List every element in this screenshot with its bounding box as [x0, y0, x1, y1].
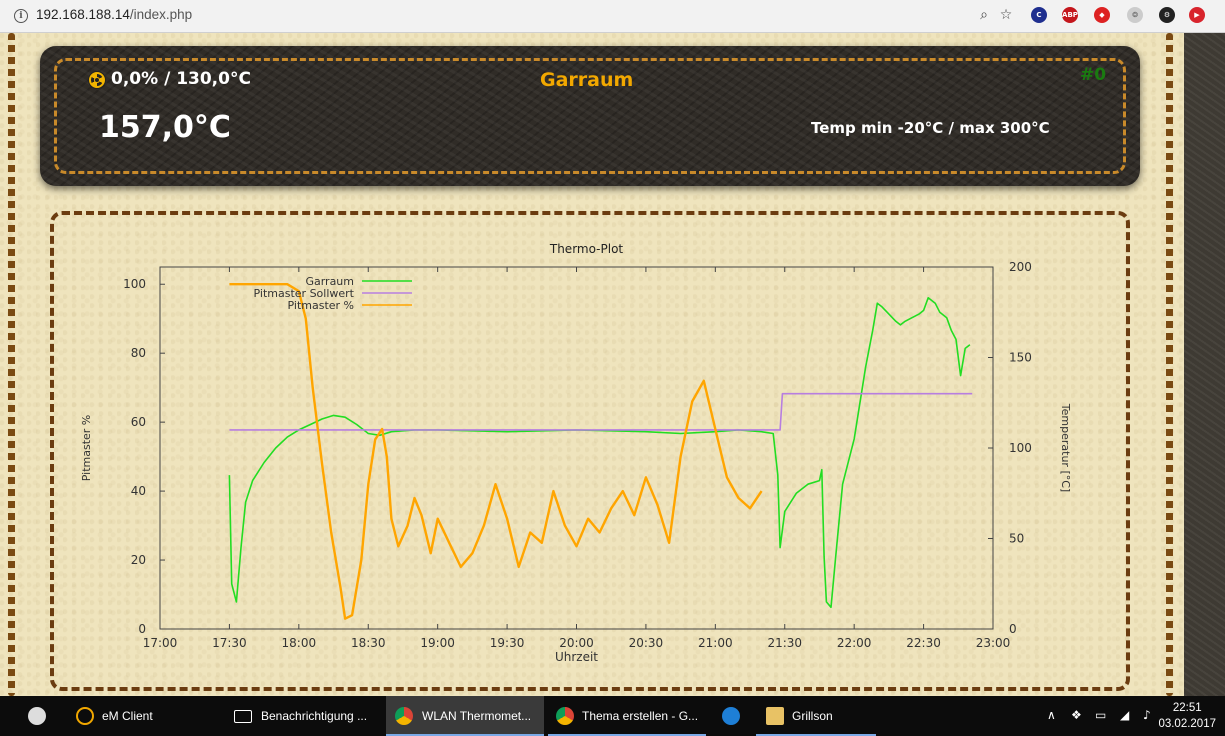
x-tick-label: 17:30	[212, 636, 247, 650]
y-right-axis-label: Temperatur [°C]	[1059, 403, 1072, 492]
y-right-tick-label: 150	[1009, 351, 1032, 365]
y-left-tick-label: 40	[131, 484, 146, 498]
x-tick-label: 22:30	[906, 636, 941, 650]
radiation-icon	[88, 71, 106, 89]
clock-time: 22:51	[1172, 702, 1202, 714]
start-button[interactable]	[18, 696, 62, 736]
x-axis-label: Uhrzeit	[555, 650, 598, 664]
sensor-header-panel: 0,0% / 130,0°C Garraum #0 157,0°C Temp m…	[40, 46, 1140, 186]
y-left-tick-label: 60	[131, 415, 146, 429]
extension-c-icon[interactable]: C	[1031, 7, 1047, 23]
start-logo-icon	[28, 707, 46, 725]
chart-title: Thermo-Plot	[549, 242, 624, 256]
y-left-axis-label: Pitmaster %	[80, 415, 93, 482]
folder-icon	[766, 707, 784, 725]
system-clock[interactable]: 22:51 03.02.2017	[1158, 700, 1216, 732]
zoom-icon[interactable]: ⌕	[975, 6, 993, 24]
clock-date: 03.02.2017	[1158, 718, 1216, 730]
extension-gear-icon[interactable]: ⚙	[1159, 7, 1175, 23]
adblock-plus-icon[interactable]: ABP	[1062, 7, 1078, 23]
page-body: 0,0% / 130,0°C Garraum #0 157,0°C Temp m…	[0, 33, 1225, 696]
y-right-tick-label: 100	[1009, 441, 1032, 455]
url-host: 192.168.188.14	[36, 7, 130, 22]
sensor-name: Garraum	[540, 69, 634, 91]
x-tick-label: 23:00	[976, 636, 1011, 650]
y-left-tick-label: 80	[131, 346, 146, 360]
wifi-icon[interactable]: ◢	[1120, 708, 1129, 722]
taskbar-app-label: Benachrichtigung ...	[261, 709, 368, 723]
chrome-icon	[395, 707, 413, 725]
extension-play-icon[interactable]: ▶	[1189, 7, 1205, 23]
temperature-limits: Temp min -20°C / max 300°C	[811, 119, 1050, 137]
extension-shield-icon[interactable]: ◆	[1094, 7, 1110, 23]
thermo-plot-chart: Thermo-Plot 17:00 17:30 18:00 18:30 19:00 19:3…	[80, 242, 1072, 664]
taskbar-app-label: Thema erstellen - G...	[582, 709, 699, 723]
url-field[interactable]: 192.168.188.14/index.php	[36, 7, 192, 22]
dropbox-icon[interactable]: ❖	[1071, 708, 1082, 722]
x-tick-label: 19:00	[420, 636, 455, 650]
taskbar-app-notification[interactable]: Benachrichtigung ...	[228, 696, 378, 736]
volume-icon[interactable]: ♪	[1143, 708, 1151, 722]
y-left-tick-label: 20	[131, 553, 146, 567]
sensor-number: #0	[1080, 65, 1107, 85]
extension-leaf-icon[interactable]: ❂	[1127, 7, 1143, 23]
battery-icon[interactable]: ▭	[1095, 708, 1106, 722]
taskbar-app-label: Grillson	[792, 709, 833, 723]
x-tick-label: 18:30	[351, 636, 386, 650]
y-right-tick-label: 0	[1009, 622, 1017, 636]
y-right-tick-label: 200	[1009, 260, 1032, 274]
y-right-tick-label: 50	[1009, 532, 1024, 546]
x-tick-label: 18:00	[282, 636, 317, 650]
taskbar-app-grillson[interactable]: Grillson	[756, 696, 876, 736]
pitmaster-status: 0,0% / 130,0°C	[111, 69, 251, 89]
left-stitch-border	[8, 33, 15, 696]
x-tick-label: 20:30	[629, 636, 664, 650]
right-stitch-border	[1166, 33, 1173, 696]
bookmark-star-icon[interactable]: ☆	[997, 6, 1015, 24]
browser-address-bar: i 192.168.188.14/index.php ⌕ ☆ C ABP ◆ ❂…	[0, 0, 1225, 33]
y-left-tick-label: 100	[123, 277, 146, 291]
series-line-2	[229, 282, 763, 620]
taskbar-app-label: eM Client	[102, 709, 153, 723]
legend-label: Pitmaster %	[288, 299, 355, 312]
y-left-tick-label: 0	[138, 622, 146, 636]
x-tick-label: 19:30	[490, 636, 525, 650]
series-line-0	[228, 297, 971, 609]
taskbar-app-edge[interactable]	[712, 696, 752, 736]
temperature-value: 157,0°C	[99, 110, 231, 145]
taskbar-app-label: WLAN Thermomet...	[422, 709, 532, 723]
plot-frame	[159, 266, 994, 630]
mail-icon	[234, 710, 252, 723]
x-tick-label: 20:00	[559, 636, 594, 650]
x-tick-label: 21:30	[767, 636, 802, 650]
thermo-plot-panel: Thermo-Plot 17:00 17:30 18:00 18:30 19:00 19:3…	[50, 211, 1130, 691]
taskbar-app-thema-erstellen[interactable]: Thema erstellen - G...	[548, 696, 706, 736]
tray-chevron-up-icon[interactable]: ∧	[1047, 708, 1056, 722]
taskbar: eM Client Benachrichtigung ... WLAN Ther…	[0, 696, 1225, 736]
x-tick-label: 21:00	[698, 636, 733, 650]
taskbar-app-emclient[interactable]: eM Client	[68, 696, 218, 736]
url-path: /index.php	[129, 7, 193, 22]
chrome-icon	[556, 707, 574, 725]
right-leather-strip	[1184, 33, 1225, 696]
taskbar-app-wlan-thermometer[interactable]: WLAN Thermomet...	[386, 696, 544, 736]
emclient-icon	[76, 707, 94, 725]
edge-icon	[722, 707, 740, 725]
x-tick-label: 22:00	[837, 636, 872, 650]
x-tick-label: 17:00	[143, 636, 178, 650]
info-icon[interactable]: i	[14, 9, 28, 23]
